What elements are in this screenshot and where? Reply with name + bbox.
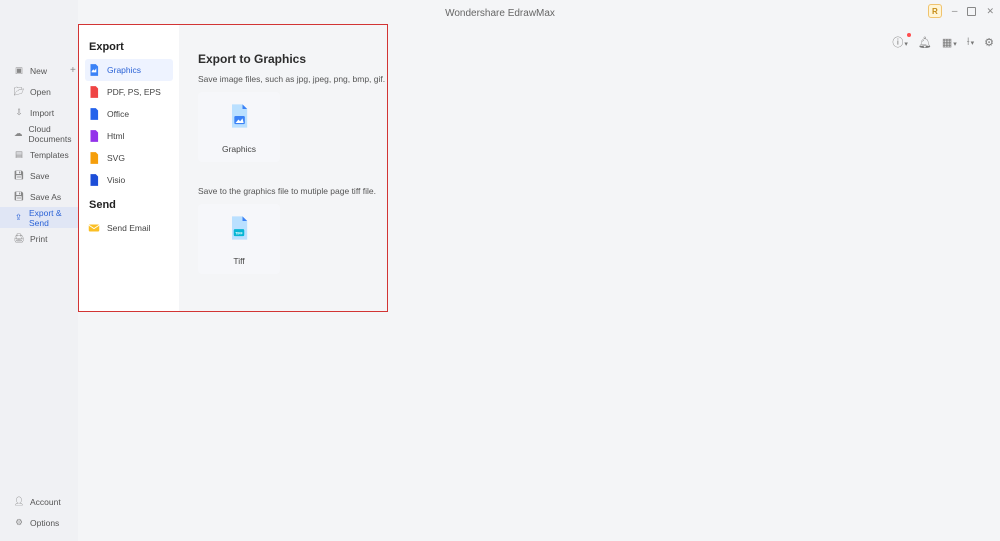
minimize-icon[interactable] — [952, 6, 958, 17]
html-file-icon — [87, 129, 101, 143]
filter-icon[interactable]: ⟊▾ — [967, 36, 974, 49]
sidebar-item-label: Save — [30, 171, 49, 181]
options-icon: ⚙︎ — [14, 518, 24, 528]
send-heading: Send — [89, 199, 173, 211]
sidebar-item-export-send[interactable]: ⇪ Export & Send — [0, 207, 78, 228]
file-menu-sidebar: ▣ New 📂︎ Open ⇩ Import ☁︎ Cloud Document… — [0, 0, 78, 541]
grid-icon[interactable]: ▦▾ — [942, 36, 957, 49]
export-row-office[interactable]: Office — [85, 103, 173, 125]
tile-label: Tiff — [233, 256, 244, 266]
export-row-graphics[interactable]: Graphics — [85, 59, 173, 81]
templates-icon: ▤ — [14, 150, 24, 160]
sidebar-item-open[interactable]: 📂︎ Open — [0, 81, 78, 102]
export-content: Export to Graphics Save image files, suc… — [198, 52, 980, 298]
cloud-icon: ☁︎ — [14, 129, 23, 139]
sidebar-item-new[interactable]: ▣ New — [0, 60, 78, 81]
pdf-file-icon — [87, 85, 101, 99]
user-badge[interactable]: R — [928, 4, 942, 18]
sidebar-item-templates[interactable]: ▤ Templates — [0, 144, 78, 165]
content-desc-2: Save to the graphics file to mutiple pag… — [198, 186, 980, 196]
tiff-tile-icon: TIFF — [225, 214, 253, 242]
export-row-send-email[interactable]: Send Email — [85, 217, 173, 239]
content-title: Export to Graphics — [198, 52, 980, 66]
export-row-svg[interactable]: SVG — [85, 147, 173, 169]
export-heading: Export — [89, 41, 173, 53]
maximize-icon[interactable] — [967, 7, 976, 16]
sidebar-item-label: Options — [30, 518, 59, 528]
tile-label: Graphics — [222, 144, 256, 154]
tile-graphics[interactable]: Graphics — [198, 92, 280, 162]
sidebar-item-label: Export & Send — [29, 208, 78, 228]
window-controls: R — [928, 4, 994, 18]
bell-icon[interactable]: 🔔︎ — [918, 36, 932, 49]
export-row-label: SVG — [107, 153, 125, 163]
sidebar-item-cloud[interactable]: ☁︎ Cloud Documents — [0, 123, 78, 144]
sidebar-item-import[interactable]: ⇩ Import — [0, 102, 78, 123]
close-icon[interactable] — [986, 6, 994, 17]
tile-tiff[interactable]: TIFF Tiff — [198, 204, 280, 274]
save-icon: 💾︎ — [14, 171, 24, 181]
title-bar: Wondershare EdrawMax R — [0, 0, 1000, 26]
export-icon: ⇪ — [14, 213, 23, 223]
window-title: Wondershare EdrawMax — [445, 8, 555, 19]
sidebar-item-label: Save As — [30, 192, 61, 202]
export-row-label: Visio — [107, 175, 125, 185]
sidebar-item-label: Print — [30, 234, 47, 244]
help-icon[interactable]: ⓘ▾ — [892, 34, 908, 50]
sidebar-item-save[interactable]: 💾︎ Save — [0, 165, 78, 186]
sidebar-item-options[interactable]: ⚙︎ Options — [0, 512, 78, 533]
content-desc-1: Save image files, such as jpg, jpeg, png… — [198, 74, 980, 84]
graphics-file-icon — [87, 63, 101, 77]
export-row-visio[interactable]: Visio — [85, 169, 173, 191]
export-row-label: Html — [107, 131, 124, 141]
svg-file-icon — [87, 151, 101, 165]
visio-file-icon — [87, 173, 101, 187]
sidebar-item-print[interactable]: 🖨︎ Print — [0, 228, 78, 249]
sidebar-item-label: New — [30, 66, 47, 76]
office-file-icon — [87, 107, 101, 121]
saveas-icon: 💾︎ — [14, 192, 24, 202]
export-side-list: Export Graphics PDF, PS, EPS Office Html — [79, 25, 179, 311]
gear-icon[interactable]: ⚙︎ — [984, 36, 994, 49]
sidebar-item-label: Import — [30, 108, 54, 118]
sidebar-item-label: Templates — [30, 150, 69, 160]
email-icon — [87, 221, 101, 235]
export-row-label: PDF, PS, EPS — [107, 87, 161, 97]
sidebar-item-label: Cloud Documents — [29, 124, 79, 144]
export-row-label: Send Email — [107, 223, 150, 233]
export-row-html[interactable]: Html — [85, 125, 173, 147]
export-row-label: Graphics — [107, 65, 141, 75]
print-icon: 🖨︎ — [14, 234, 24, 244]
sidebar-item-label: Open — [30, 87, 51, 97]
open-icon: 📂︎ — [14, 87, 24, 97]
graphics-tile-icon — [225, 102, 253, 130]
sidebar-item-label: Account — [30, 497, 61, 507]
export-row-label: Office — [107, 109, 129, 119]
import-icon: ⇩ — [14, 108, 24, 118]
svg-text:TIFF: TIFF — [235, 231, 243, 235]
account-icon: 👤︎ — [14, 497, 24, 507]
toolbar-icons: ⓘ▾ 🔔︎ ▦▾ ⟊▾ ⚙︎ — [892, 34, 994, 50]
sidebar-item-account[interactable]: 👤︎ Account — [0, 491, 78, 512]
export-row-pdf[interactable]: PDF, PS, EPS — [85, 81, 173, 103]
new-icon: ▣ — [14, 66, 24, 76]
sidebar-item-saveas[interactable]: 💾︎ Save As — [0, 186, 78, 207]
